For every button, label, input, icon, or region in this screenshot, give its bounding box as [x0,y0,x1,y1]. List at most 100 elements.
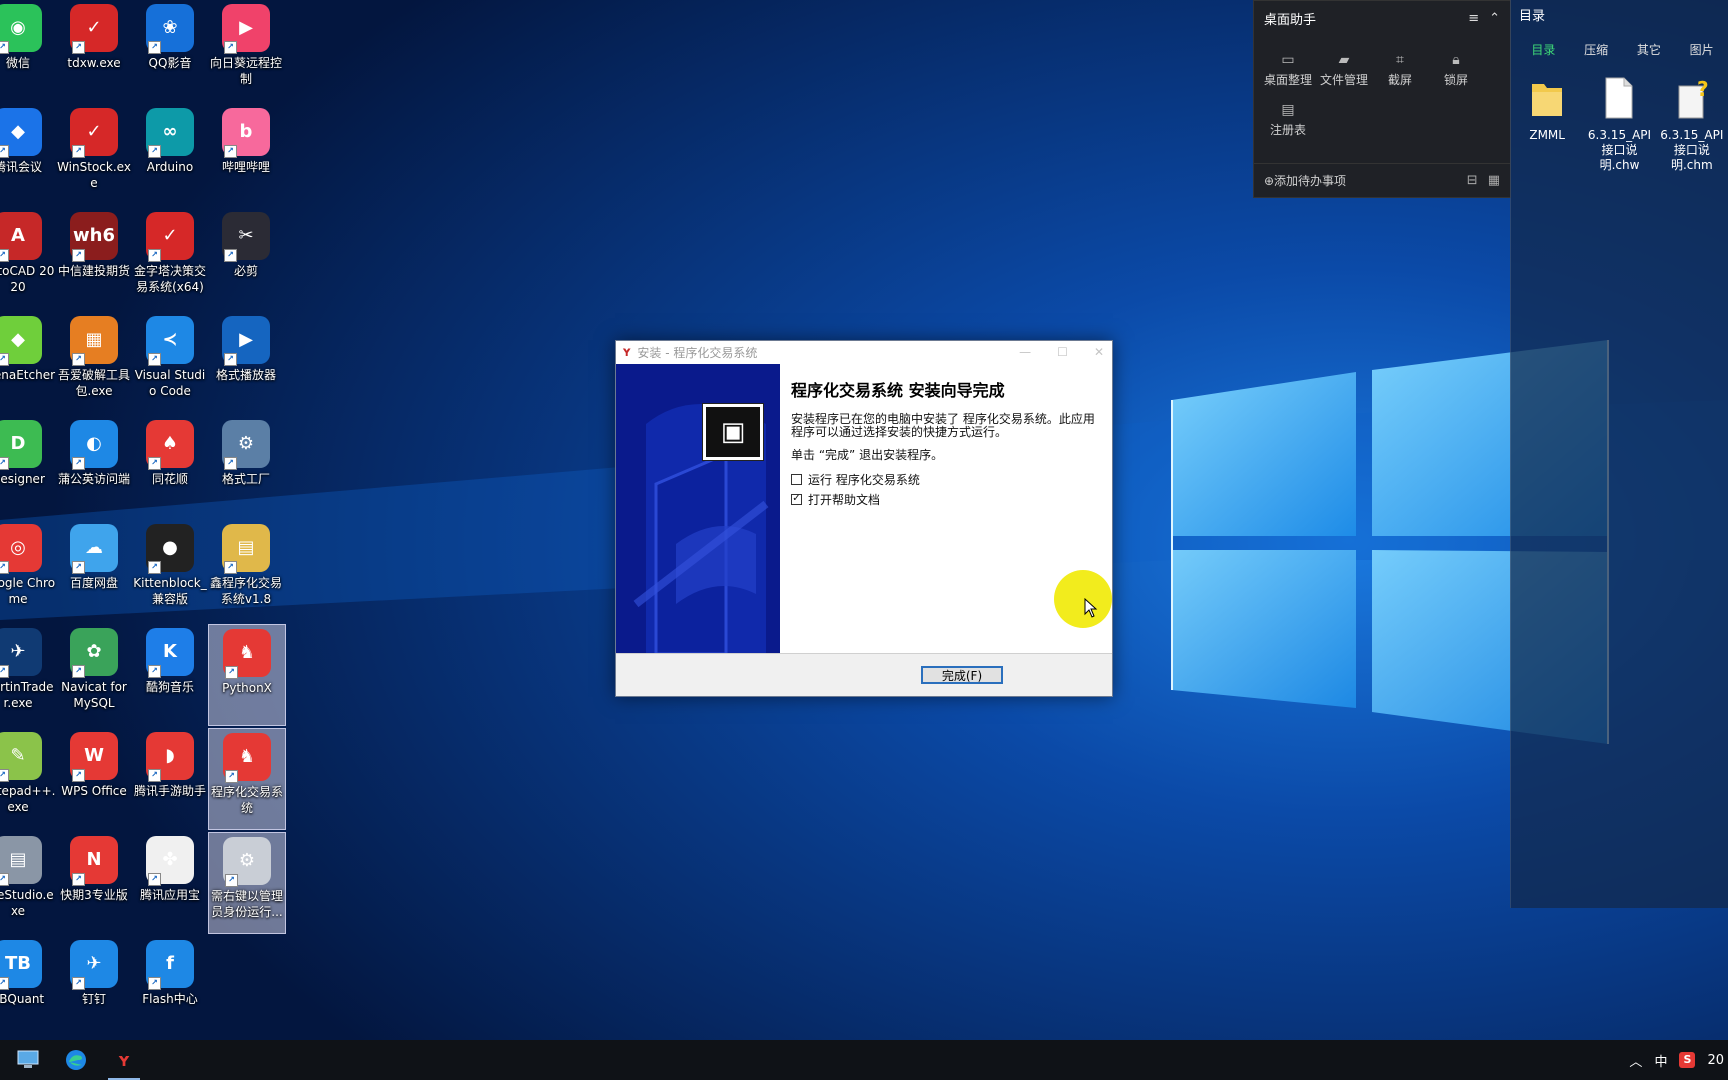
desktop-icon-label: MartinTrader.exe [0,680,54,710]
app-glyph: ⚙ [237,433,255,454]
desktop-icon-label: 向日葵远程控制 [209,56,282,86]
desktop-icon[interactable]: N ↗ 快期3专业版 [56,832,132,932]
app-icon: ♞ ↗ [223,629,271,679]
desktop-icon[interactable]: ▶ ↗ 向日葵远程控制 [208,0,284,100]
directory-tab[interactable]: 图片 [1675,41,1728,58]
collapse-icon[interactable]: ⌃ [1489,11,1500,26]
app-icon: TB ↗ [0,940,42,990]
desktop-icon[interactable]: W ↗ WPS Office [56,728,132,828]
desktop-icon[interactable]: ● ↗ Kittenblock_兼容版 [132,520,208,620]
directory-tab[interactable]: 目录 [1517,41,1570,58]
shortcut-arrow-icon: ↗ [148,41,161,54]
shortcut-arrow-icon: ↗ [0,41,9,54]
taskbar-this-pc[interactable] [4,1040,52,1080]
app-icon: A ↗ [0,212,42,262]
directory-tab[interactable]: 其它 [1623,41,1676,58]
helper-tool[interactable]: ▭ 桌面整理 [1260,49,1316,99]
desktop-icon[interactable]: ▶ ↗ 格式播放器 [208,312,284,412]
desktop-icon[interactable]: ✿ ↗ Navicat for MySQL [56,624,132,724]
desktop-icon[interactable]: ⚙ ↗ 格式工厂 [208,416,284,516]
helper-tool[interactable]: 🔒︎ 锁屏 [1428,49,1484,99]
shortcut-arrow-icon: ↗ [225,874,238,887]
desktop-icon[interactable]: ⚙ ↗ 需右键以管理员身份运行... [208,832,286,934]
desktop-icon[interactable]: ◆↗ 腾讯会议 [0,104,56,204]
desktop-icon[interactable]: ◗ ↗ 腾讯手游助手 [132,728,208,828]
desktop-icon[interactable]: ✈↗MartinTrader.exe [0,624,56,724]
desktop-icon[interactable]: ✤ ↗ 腾讯应用宝 [132,832,208,932]
run-program-checkbox[interactable]: 运行 程序化交易系统 [791,472,1101,487]
desktop-icon[interactable]: b ↗ 哔哩哔哩 [208,104,284,204]
app-glyph: ⚙ [238,850,256,871]
desktop-icon[interactable]: ◆↗ ArenaEtcher [0,312,56,412]
desktop-icon[interactable]: ▤ ↗ 鑫程序化交易系统v1.8 [208,520,284,620]
open-help-label: 打开帮助文档 [808,492,881,507]
desktop-icon[interactable]: D↗ Designer [0,416,56,516]
desktop-icon[interactable]: ◐ ↗ 蒲公英访问端 [56,416,132,516]
shortcut-arrow-icon: ↗ [225,666,238,679]
minimize-icon[interactable]: — [1019,341,1031,363]
menu-icon[interactable]: ≡ [1468,11,1479,26]
shortcut-arrow-icon: ↗ [225,770,238,783]
desktop-icon[interactable]: ◉ ↗ 微信 [0,0,56,100]
add-todo-button[interactable]: ⊕添加待办事项 [1264,172,1346,189]
sogou-ime-icon[interactable]: S [1679,1052,1696,1068]
open-help-checkbox[interactable]: ✓ 打开帮助文档 [791,492,1101,507]
desktop-icon-label: Google Chrome [0,576,56,606]
directory-panel: 目录 目录 压缩 其它 图片 ZMML 6.3.15_API接口说明.chw? 6.3.1… [1510,0,1728,908]
desktop-icon[interactable]: ❀ ↗ QQ影音 [132,0,208,100]
checkbox-run[interactable] [791,473,802,485]
desktop-icon[interactable]: ∞ ↗ Arduino [132,104,208,204]
app-glyph: N [86,849,102,870]
checkbox-help[interactable]: ✓ [791,493,802,505]
finish-button[interactable]: 完成(F) [921,666,1003,684]
directory-file[interactable]: ZMML [1511,76,1583,173]
taskbar-installer[interactable]: ʏ [100,1040,148,1080]
desktop-icon[interactable]: ◎↗Google Chrome [0,520,56,620]
desktop-icon[interactable]: ♠ ↗ 同花顺 [132,416,208,516]
input-method-indicator[interactable]: 中 [1654,1051,1667,1070]
app-glyph: ♞ [238,746,256,767]
taskbar-edge[interactable] [52,1040,100,1080]
list-icon[interactable]: ⊟ [1467,173,1478,188]
clock[interactable]: 20 [1707,1053,1724,1068]
computer-icon [17,1050,39,1068]
desktop-icon[interactable]: TB ↗ TBQuant [0,936,56,1036]
app-icon: ▦ ↗ [70,316,118,366]
desktop-icon[interactable]: ▤↗LiteStudio.exe [0,832,56,932]
app-icon: ▤ ↗ [222,524,270,574]
app-glyph: ♞ [238,642,256,663]
app-icon: ✈ ↗ [70,940,118,990]
desktop-icon[interactable]: ☁ ↗ 百度网盘 [56,520,132,620]
directory-file[interactable]: 6.3.15_API接口说明.chw [1583,76,1655,173]
dialog-titlebar[interactable]: ʏ 安装 - 程序化交易系统 — ☐ ✕ [616,341,1112,363]
desktop-icon[interactable]: ≺ ↗ Visual Studio Code [132,312,208,412]
desktop-icon[interactable]: K ↗ 酷狗音乐 [132,624,208,724]
directory-file[interactable]: ? 6.3.15_API接口说明.chm [1656,76,1728,173]
desktop-icon-label: 百度网盘 [69,576,118,590]
desktop-icon[interactable]: ♞ ↗ PythonX [208,624,286,726]
directory-tab[interactable]: 压缩 [1570,41,1623,58]
desktop-icon[interactable]: ✈ ↗ 钉钉 [56,936,132,1036]
maximize-icon[interactable]: ☐ [1057,341,1068,363]
desktop-icon[interactable]: wh6 ↗ 中信建投期货 [56,208,132,308]
desktop-icon[interactable]: ✓ ↗ 金字塔决策交易系统(x64) [132,208,208,308]
desktop-icon-label: Flash中心 [142,992,198,1006]
desktop-icon[interactable]: f ↗ Flash中心 [132,936,208,1036]
close-icon[interactable]: ✕ [1094,341,1104,363]
helper-tool[interactable]: ▰ 文件管理 [1316,49,1372,99]
desktop-icon[interactable]: A↗AutoCAD 2020 [0,208,56,308]
desktop-icon[interactable]: ♞ ↗ 程序化交易系统 [208,728,286,830]
desktop-icon[interactable]: ▦ ↗ 吾爱破解工具包.exe [56,312,132,412]
helper-tool[interactable]: ▤ 注册表 [1260,99,1316,149]
qr-code-icon[interactable]: ▦ [1488,173,1500,188]
desktop-icon-label: 必剪 [233,264,258,278]
desktop-icon-label: Kittenblock_兼容版 [133,576,207,606]
desktop-icon[interactable]: ✂ ↗ 必剪 [208,208,284,308]
app-icon: ● ↗ [146,524,194,574]
desktop-icon[interactable]: ✓ ↗ tdxw.exe [56,0,132,100]
helper-tool[interactable]: ⌗ 截屏 [1372,49,1428,99]
show-hidden-icons[interactable]: ︿ [1629,1051,1642,1070]
desktop-icon[interactable]: ✎↗Notepad++.exe [0,728,56,828]
app-glyph: ▤ [237,537,255,558]
desktop-icon[interactable]: ✓ ↗ WinStock.exe [56,104,132,204]
